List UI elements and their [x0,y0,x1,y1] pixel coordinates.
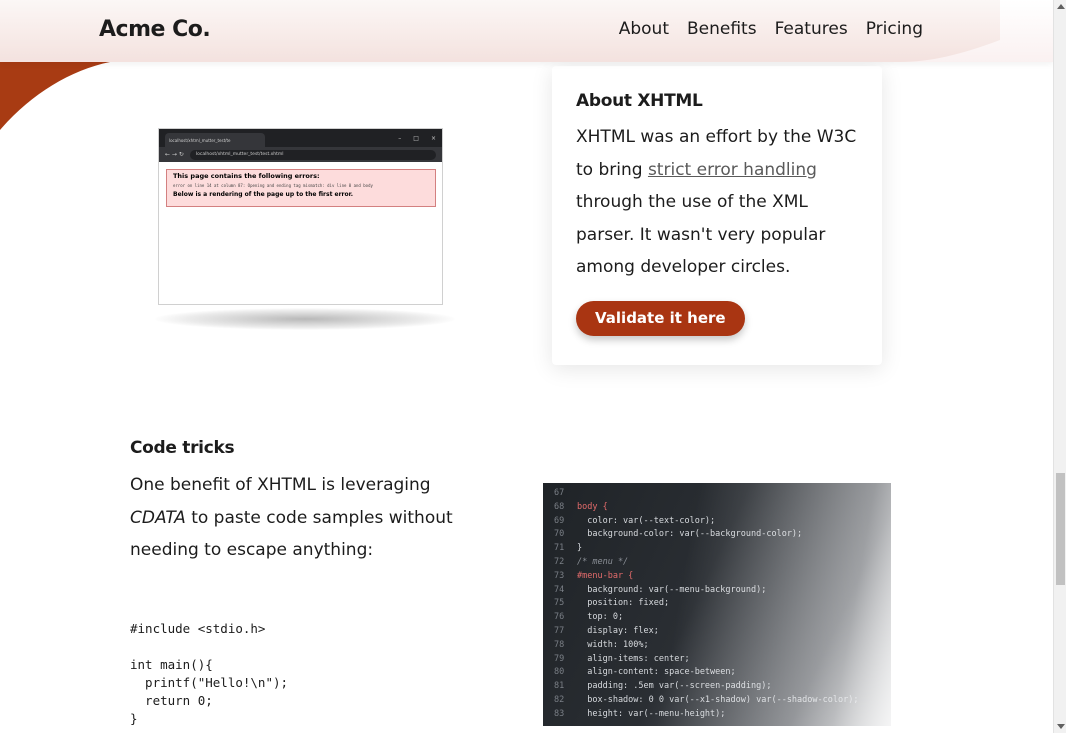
line-number: 77 [554,626,565,636]
line-number: 80 [554,667,565,678]
line-text: box-shadow: 0 0 var(--x1-shadow) var(--s… [577,695,859,705]
code-line: 75 position: fixed; [543,598,891,612]
nav-link-features[interactable]: Features [775,19,848,39]
card-body: XHTML was an effort by the W3C to bring … [576,121,858,284]
code-line: 81 padding: .5em var(--screen-padding); [543,681,891,695]
line-number: 81 [554,681,565,692]
code-sample: #include <stdio.h> int main(){ printf("H… [130,621,289,726]
screenshot-window-buttons: – □ × [398,135,436,142]
line-text: body { [577,501,608,512]
section-title: Code tricks [130,438,235,458]
screenshot-url: localhost/xhtml_mutter_test/test.xhtml [189,149,436,160]
line-text: background: var(--menu-background); [577,584,767,595]
code-line: 68 body { [543,502,891,516]
scroll-down-icon[interactable] [1057,724,1065,729]
screenshot-shadow [155,308,455,330]
nav-link-pricing[interactable]: Pricing [866,19,923,39]
line-text: padding: .5em var(--screen-padding); [577,681,772,692]
line-number: 78 [554,639,565,650]
code-line: 74 background: var(--menu-background); [543,585,891,599]
page-scrollbar[interactable] [1053,0,1066,733]
card-text-after: through the use of the XML parser. It wa… [576,192,826,277]
code-line: 76 top: 0; [543,612,891,626]
line-text: background-color: var(--background-color… [577,529,803,540]
code-line: 78 width: 100%; [543,640,891,654]
browser-error-screenshot: localhost/xhtml_mutter_test/te – □ × ← →… [158,128,443,305]
section-body: One benefit of XHTML is leveraging CDATA… [130,469,490,567]
line-number: 67 [554,488,565,498]
code-line: 72 /* menu */ [543,557,891,571]
xml-error-title: This page contains the following errors: [173,172,320,180]
line-number: 75 [554,598,565,609]
code-line: 69 color: var(--text-color); [543,516,891,530]
xml-error-box: This page contains the following errors:… [166,169,436,207]
code-line: 73 #menu-bar { [543,571,891,585]
strict-error-handling-link[interactable]: strict error handling [648,160,817,180]
line-text: width: 100%; [577,639,649,650]
line-text: position: fixed; [577,598,670,609]
main-nav: About Benefits Features Pricing [619,19,923,39]
xml-error-detail: error on line 14 at column 87: Opening a… [173,183,373,188]
code-line: 80 align-content: space-between; [543,667,891,681]
cdata-emphasis: CDATA [130,507,186,528]
code-line: 79 align-items: center; [543,654,891,668]
screenshot-address-bar: ← → ↻ localhost/xhtml_mutter_test/test.x… [159,147,442,162]
line-text: height: var(--menu-height); [577,708,726,719]
line-number: 73 [554,570,565,581]
line-text: color: var(--text-color); [577,515,716,526]
line-text: #menu-bar { [577,570,634,581]
code-line: 70 background-color: var(--background-co… [543,529,891,543]
code-line: 67 [543,488,891,502]
line-number: 83 [554,708,565,719]
line-number: 74 [554,584,565,595]
line-number: 70 [554,529,565,540]
line-text: align-content: space-between; [577,667,736,678]
line-number: 82 [554,695,565,705]
close-icon: × [430,134,436,142]
scrollbar-thumb[interactable] [1056,473,1065,585]
top-nav-bar: Acme Co. About Benefits Features Pricing [0,0,1053,62]
card-title: About XHTML [576,91,703,111]
nav-link-benefits[interactable]: Benefits [687,19,757,39]
code-line: 77 display: flex; [543,626,891,640]
section-text-before: One benefit of XHTML is leveraging [130,475,431,495]
line-number: 72 [554,557,565,567]
validate-button[interactable]: Validate it here [576,300,745,336]
about-xhtml-card: About XHTML XHTML was an effort by the W… [552,66,882,365]
line-text: display: flex; [577,626,659,636]
line-number: 69 [554,515,565,526]
back-forward-reload-icon: ← → ↻ [165,151,184,158]
line-text: } [577,543,583,554]
line-number: 79 [554,653,565,664]
screenshot-tab-text: localhost/xhtml_mutter_test/te [169,137,231,143]
nav-link-about[interactable]: About [619,19,669,39]
line-number: 76 [554,612,565,623]
brand-logo[interactable]: Acme Co. [99,17,211,42]
code-line: 71} [543,543,891,557]
line-text: align-items: center; [577,653,690,664]
css-code-screenshot: 67 68 body {69 color: var(--text-color); 70… [543,483,891,726]
screenshot-tab: localhost/xhtml_mutter_test/te [165,133,265,147]
maximize-icon: □ [413,134,419,142]
line-number: 71 [554,543,565,554]
line-text: /* menu */ [577,557,629,567]
scroll-up-icon[interactable] [1057,4,1065,9]
code-line: 82 box-shadow: 0 0 var(--x1-shadow) var(… [543,695,891,709]
code-line: 83 height: var(--menu-height); [543,709,891,723]
line-number: 68 [554,501,565,512]
code-tricks-section: Code tricks One benefit of XHTML is leve… [130,438,490,567]
minimize-icon: – [398,134,402,142]
line-text: top: 0; [577,612,624,623]
screenshot-tab-strip: localhost/xhtml_mutter_test/te – □ × [159,129,442,147]
xml-error-footer: Below is a rendering of the page up to t… [173,191,354,198]
